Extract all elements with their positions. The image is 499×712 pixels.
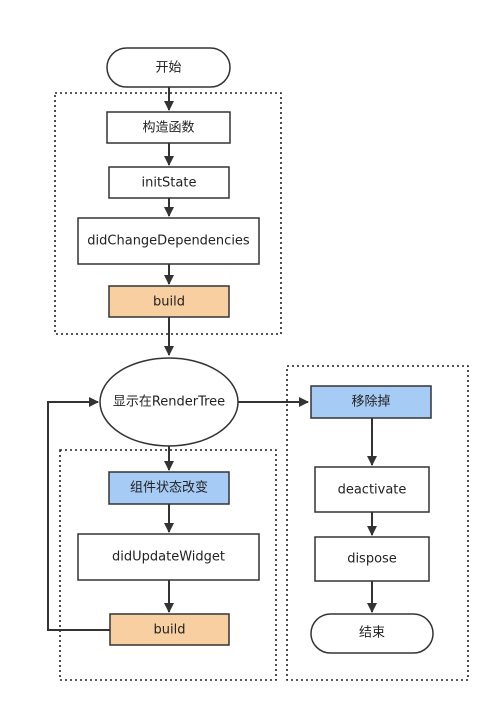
edge-build-loop-to-rendertree xyxy=(47,397,110,631)
dispose-label: dispose xyxy=(347,552,397,567)
rendertree-node: 显示在RenderTree xyxy=(99,357,239,447)
build-initial-node: build xyxy=(108,285,230,318)
rendertree-label: 显示在RenderTree xyxy=(113,395,225,410)
build-initial-label: build xyxy=(153,295,185,310)
start-node: 开始 xyxy=(106,47,231,88)
didchangedependencies-node: didChangeDependencies xyxy=(77,217,260,265)
deactivate-label: deactivate xyxy=(338,483,407,498)
initstate-label: initState xyxy=(142,176,197,191)
removed-label: 移除掉 xyxy=(351,395,390,410)
didchangedependencies-label: didChangeDependencies xyxy=(87,234,250,249)
constructor-node: 构造函数 xyxy=(106,111,231,144)
start-label: 开始 xyxy=(155,61,181,76)
build-update-node: build xyxy=(109,613,230,646)
dispose-node: dispose xyxy=(314,536,430,582)
initstate-node: initState xyxy=(108,166,230,199)
statechange-node: 组件状态改变 xyxy=(108,471,230,505)
lifecycle-flowchart: 开始 构造函数 initState didChangeDependencies … xyxy=(47,47,469,681)
constructor-label: 构造函数 xyxy=(142,121,194,136)
end-node: 结束 xyxy=(310,613,434,654)
statechange-label: 组件状态改变 xyxy=(130,480,208,496)
didupdatewidget-node: didUpdateWidget xyxy=(77,533,260,581)
deactivate-node: deactivate xyxy=(314,466,430,513)
build-update-label: build xyxy=(154,623,186,638)
end-label: 结束 xyxy=(359,626,385,641)
didupdatewidget-label: didUpdateWidget xyxy=(112,550,225,565)
removed-node: 移除掉 xyxy=(310,385,432,419)
